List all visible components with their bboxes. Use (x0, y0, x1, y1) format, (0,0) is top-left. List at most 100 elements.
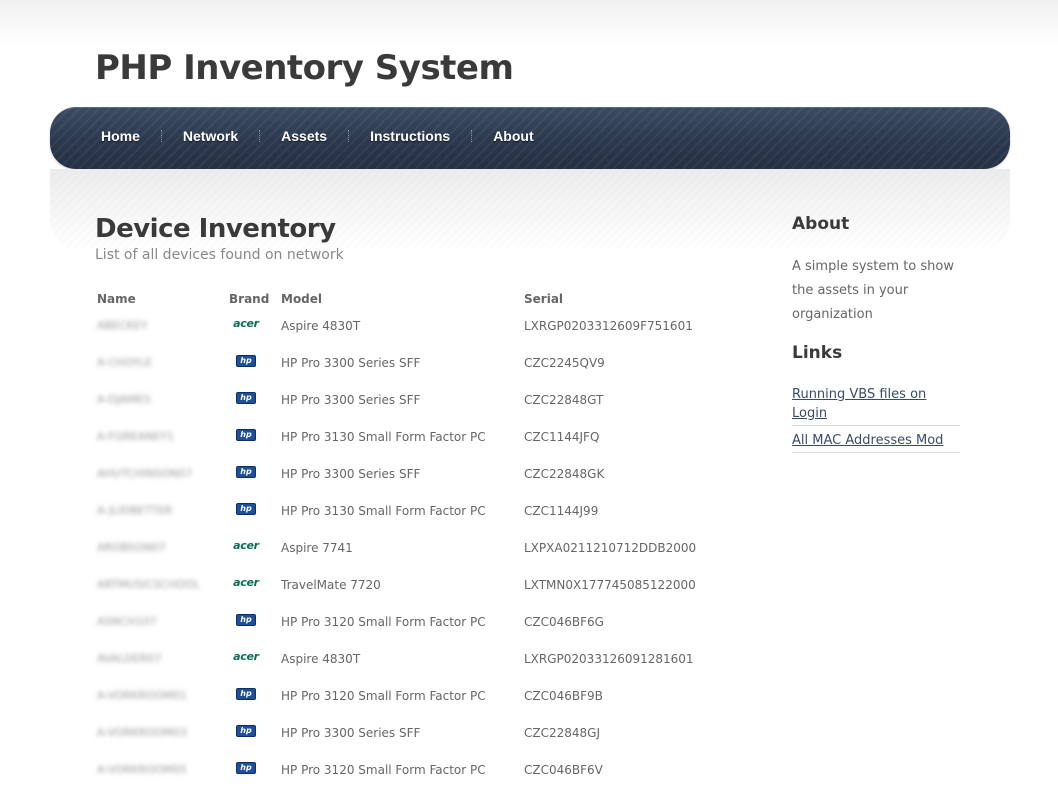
acer-logo-icon: acer (233, 316, 259, 330)
table-header-row: Name Brand Model Serial (95, 290, 722, 307)
nav-item-home[interactable]: Home (90, 128, 151, 144)
model-cell: TravelMate 7720 (281, 577, 381, 592)
device-name-cell: AHUTCHINSON07 (97, 467, 193, 480)
serial-cell: CZC046BF6G (524, 614, 604, 629)
table-row: A-FGREANEY1 hp HP Pro 3130 Small Form Fact… (95, 418, 722, 455)
sidebar-link-item: All MAC Addresses Mod (792, 426, 960, 453)
device-name-cell: ABECKEY (97, 319, 148, 332)
table-row: A-DJAMES hp HP Pro 3300 Series SFF CZC22848… (95, 381, 722, 418)
sidebar-links-list: Running VBS files on Login All MAC Addre… (792, 380, 960, 453)
serial-cell: CZC22848GK (524, 466, 605, 481)
model-cell: HP Pro 3130 Small Form Factor PC (281, 429, 486, 444)
table-row: AROBSON07 acer Aspire 7741 LXPXA0211210712D… (95, 529, 722, 566)
nav-item-assets[interactable]: Assets (270, 128, 338, 144)
site-title: PHP Inventory System (95, 48, 514, 88)
model-cell: Aspire 7741 (281, 540, 353, 555)
hp-logo-icon: hp (236, 762, 256, 774)
hp-logo-icon: hp (236, 614, 256, 626)
device-inventory-table: Name Brand Model Serial ABECKEY acer Aspir… (95, 290, 722, 788)
nav-separator (471, 130, 473, 142)
main-navigation: Home Network Assets Instructions About (50, 107, 1010, 169)
device-name-cell: A-VORKROOM03 (97, 726, 187, 739)
device-name-cell: AVALDER07 (97, 652, 162, 665)
model-cell: Aspire 4830T (281, 651, 361, 666)
table-row: ABECKEY acer Aspire 4830T LXRGP0203312609F7… (95, 307, 722, 344)
nav-item-about[interactable]: About (482, 128, 544, 144)
hp-logo-icon: hp (236, 725, 256, 737)
serial-cell: CZC046BF9B (524, 688, 603, 703)
serial-cell: CZC1144J99 (524, 503, 599, 518)
device-name-cell: AROBSON07 (97, 541, 167, 554)
serial-cell: CZC22848GT (524, 392, 604, 407)
device-name-cell: A-DJAMES (97, 393, 151, 406)
model-cell: HP Pro 3300 Series SFF (281, 466, 421, 481)
serial-cell: LXPXA0211210712DDB2000 (524, 540, 697, 555)
acer-logo-icon: acer (233, 538, 259, 552)
brand-cell: acer (227, 529, 279, 566)
table-row: AVALDER07 acer Aspire 4830T LXRGP0203312609… (95, 640, 722, 677)
brand-cell: hp (227, 751, 279, 788)
model-cell: HP Pro 3120 Small Form Factor PC (281, 614, 486, 629)
table-body: ABECKEY acer Aspire 4830T LXRGP0203312609F7… (95, 307, 722, 788)
table-row: A-VORKROOM03 hp HP Pro 3300 Series SFF CZC2… (95, 714, 722, 751)
serial-cell: CZC1144JFQ (524, 429, 600, 444)
nav-separator (348, 130, 350, 142)
nav-item-instructions[interactable]: Instructions (359, 128, 461, 144)
serial-cell: LXRGP02033126091281601 (524, 651, 694, 666)
model-cell: HP Pro 3130 Small Form Factor PC (281, 503, 486, 518)
brand-cell: acer (227, 307, 279, 344)
serial-cell: CZC2245QV9 (524, 355, 605, 370)
table-row: A-JLIDBETTER hp HP Pro 3130 Small Form Fac… (95, 492, 722, 529)
hp-logo-icon: hp (236, 429, 256, 441)
sidebar-links-title: Links (792, 343, 843, 363)
sidebar-about-title: About (792, 214, 850, 234)
acer-logo-icon: acer (233, 649, 259, 663)
page-title: Device Inventory (95, 214, 336, 244)
brand-cell: acer (227, 640, 279, 677)
acer-logo-icon: acer (233, 575, 259, 589)
device-name-cell: A-VORKROOM01 (97, 689, 187, 702)
nav-item-network[interactable]: Network (172, 128, 249, 144)
brand-cell: hp (227, 381, 279, 418)
brand-cell: hp (227, 603, 279, 640)
brand-cell: hp (227, 344, 279, 381)
serial-cell: CZC22848GJ (524, 725, 600, 740)
device-name-cell: ASNCH107 (97, 615, 157, 628)
model-cell: HP Pro 3300 Series SFF (281, 355, 421, 370)
column-header-serial: Serial (524, 291, 564, 306)
table-row: A-VORKROOM01 hp HP Pro 3120 Small Form Fac… (95, 677, 722, 714)
serial-cell: LXTMN0X177745085122000 (524, 577, 696, 592)
device-name-cell: ARTMUSICSCHOOL (97, 578, 200, 591)
table-row: A-VORKROOM05 hp HP Pro 3120 Small Form Fac… (95, 751, 722, 788)
sidebar-link-item: Running VBS files on Login (792, 380, 960, 426)
brand-cell: hp (227, 418, 279, 455)
column-header-model: Model (281, 291, 323, 306)
column-header-name: Name (97, 291, 136, 306)
brand-cell: hp (227, 455, 279, 492)
nav-separator (259, 130, 261, 142)
hp-logo-icon: hp (236, 355, 256, 367)
brand-cell: acer (227, 566, 279, 603)
table-row: ARTMUSICSCHOOL acer TravelMate 7720 LXTMN0X… (95, 566, 722, 603)
brand-cell: hp (227, 714, 279, 751)
sidebar-about-text: A simple system to show the assets in yo… (792, 259, 954, 322)
model-cell: HP Pro 3300 Series SFF (281, 725, 421, 740)
model-cell: HP Pro 3300 Series SFF (281, 392, 421, 407)
link-running-vbs-files[interactable]: Running VBS files on Login (792, 387, 926, 421)
hp-logo-icon: hp (236, 503, 256, 515)
model-cell: Aspire 4830T (281, 318, 361, 333)
model-cell: HP Pro 3120 Small Form Factor PC (281, 688, 486, 703)
page-subtitle: List of all devices found on network (95, 247, 344, 263)
table-row: AHUTCHINSON07 hp HP Pro 3300 Series SFF CZC… (95, 455, 722, 492)
column-header-brand: Brand (229, 291, 270, 306)
hp-logo-icon: hp (236, 466, 256, 478)
hp-logo-icon: hp (236, 688, 256, 700)
device-name-cell: A-FGREANEY1 (97, 430, 175, 443)
serial-cell: LXRGP0203312609F751601 (524, 318, 693, 333)
link-all-mac-addresses[interactable]: All MAC Addresses Mod (792, 433, 943, 448)
table-row: ASNCH107 hp HP Pro 3120 Small Form Factor … (95, 603, 722, 640)
model-cell: HP Pro 3120 Small Form Factor PC (281, 762, 486, 777)
device-name-cell: A-VORKROOM05 (97, 763, 187, 776)
device-name-cell: A-JLIDBETTER (97, 504, 173, 517)
brand-cell: hp (227, 492, 279, 529)
